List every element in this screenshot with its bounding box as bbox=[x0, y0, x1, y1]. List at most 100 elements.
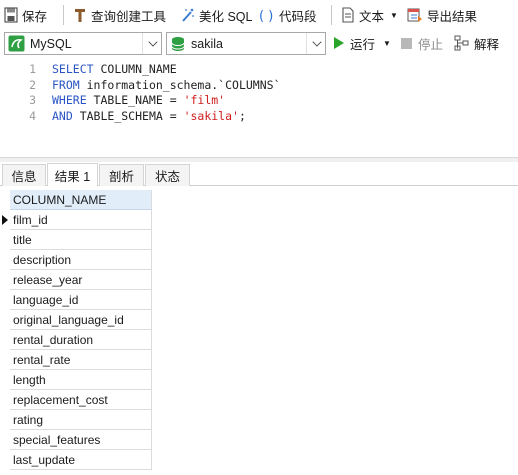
line-number: 3 bbox=[29, 93, 36, 107]
tab-info[interactable]: 信息 bbox=[2, 164, 46, 186]
play-icon bbox=[334, 37, 344, 49]
table-row[interactable]: title bbox=[0, 230, 152, 250]
sql-keyword: FROM bbox=[52, 77, 80, 92]
explain-label: 解释 bbox=[474, 37, 500, 52]
table-row[interactable]: replacement_cost bbox=[0, 390, 152, 410]
code-line[interactable]: WHERE TABLE_NAME = 'film' bbox=[52, 93, 225, 107]
table-cell[interactable]: rating bbox=[10, 410, 152, 430]
sql-text: TABLE_NAME = bbox=[86, 93, 184, 107]
run-button[interactable]: 运行 ▼ bbox=[334, 32, 391, 54]
table-cell[interactable]: last_update bbox=[10, 450, 152, 470]
row-marker[interactable] bbox=[0, 310, 10, 330]
table-cell[interactable]: rental_duration bbox=[10, 330, 152, 350]
table-row[interactable]: release_year bbox=[0, 270, 152, 290]
chevron-down-icon: ▼ bbox=[383, 38, 391, 48]
row-marker[interactable] bbox=[0, 270, 10, 290]
connection-toolbar: MySQL sakila 运行 ▼ 停止 解释 bbox=[0, 30, 518, 57]
tab-profile[interactable]: 剖析 bbox=[99, 164, 144, 186]
sql-text: COLUMN_NAME bbox=[93, 62, 177, 76]
sql-editor[interactable]: 1 SELECT COLUMN_NAME 2 FROM information_sch… bbox=[0, 57, 518, 157]
line-number: 4 bbox=[29, 108, 36, 123]
current-row-arrow-icon bbox=[2, 215, 8, 225]
save-button[interactable]: 保存 bbox=[4, 4, 47, 26]
mysql-connection-icon bbox=[8, 35, 25, 52]
query-builder-icon bbox=[73, 7, 87, 23]
toolbar-divider bbox=[331, 5, 332, 25]
text-mode-button[interactable]: 文本 ▼ bbox=[341, 4, 398, 26]
table-row[interactable]: film_id bbox=[0, 210, 152, 230]
database-value: sakila bbox=[191, 36, 223, 51]
code-line[interactable]: SELECT COLUMN_NAME bbox=[52, 62, 177, 76]
table-row[interactable]: rental_rate bbox=[0, 350, 152, 370]
main-toolbar: 保存 查询创建工具 美化 SQL ( ) 代码段 文本 ▼ 导出结果 bbox=[0, 0, 518, 30]
table-row[interactable]: language_id bbox=[0, 290, 152, 310]
row-marker[interactable] bbox=[0, 210, 10, 230]
table-row[interactable]: description bbox=[0, 250, 152, 270]
run-label: 运行 bbox=[350, 37, 376, 52]
code-line[interactable]: AND TABLE_SCHEMA = 'sakila'; bbox=[52, 109, 246, 123]
table-cell[interactable]: length bbox=[10, 370, 152, 390]
table-cell[interactable]: original_language_id bbox=[10, 310, 152, 330]
table-cell[interactable]: replacement_cost bbox=[10, 390, 152, 410]
result-tab-bar: 信息 结果 1 剖析 状态 bbox=[0, 162, 518, 186]
row-marker[interactable] bbox=[0, 350, 10, 370]
tab-status[interactable]: 状态 bbox=[145, 164, 190, 186]
stop-label: 停止 bbox=[418, 37, 444, 52]
table-cell[interactable]: film_id bbox=[10, 210, 152, 230]
combo-divider bbox=[306, 33, 307, 54]
explain-button[interactable]: 解释 bbox=[454, 32, 499, 54]
table-cell[interactable]: special_features bbox=[10, 430, 152, 450]
tab-result-1[interactable]: 结果 1 bbox=[47, 163, 98, 186]
row-marker[interactable] bbox=[0, 450, 10, 470]
table-cell[interactable]: rental_rate bbox=[10, 350, 152, 370]
toolbar-divider bbox=[63, 5, 64, 25]
table-row[interactable]: rating bbox=[0, 410, 152, 430]
connection-type-select[interactable]: MySQL bbox=[4, 32, 162, 55]
column-header-column-name[interactable]: COLUMN_NAME bbox=[10, 190, 152, 210]
explain-icon bbox=[454, 35, 470, 51]
sql-text: ; bbox=[238, 108, 246, 123]
export-results-button[interactable]: 导出结果 bbox=[407, 4, 477, 26]
row-marker[interactable] bbox=[0, 430, 10, 450]
table-row[interactable]: original_language_id bbox=[0, 310, 152, 330]
row-marker[interactable] bbox=[0, 390, 10, 410]
stop-button[interactable]: 停止 bbox=[401, 32, 443, 54]
code-snippet-label: 代码段 bbox=[279, 9, 317, 24]
export-results-label: 导出结果 bbox=[427, 9, 478, 24]
table-cell[interactable]: title bbox=[10, 230, 152, 250]
table-row[interactable]: last_update bbox=[0, 450, 152, 470]
code-snippet-icon: ( ) bbox=[259, 7, 275, 24]
beautify-sql-button[interactable]: 美化 SQL bbox=[181, 4, 253, 26]
chevron-down-icon: ▼ bbox=[390, 10, 398, 20]
database-icon bbox=[170, 36, 186, 52]
beautify-sql-label: 美化 SQL bbox=[199, 9, 253, 24]
code-snippet-button[interactable]: ( ) 代码段 bbox=[259, 4, 317, 26]
code-line[interactable]: FROM information_schema.`COLUMNS` bbox=[52, 78, 281, 92]
row-marker[interactable] bbox=[0, 410, 10, 430]
query-builder-button[interactable]: 查询创建工具 bbox=[73, 4, 166, 26]
row-marker[interactable] bbox=[0, 230, 10, 250]
sql-string: 'sakila' bbox=[183, 108, 239, 123]
table-cell[interactable]: description bbox=[10, 250, 152, 270]
table-cell[interactable]: language_id bbox=[10, 290, 152, 310]
line-number: 1 bbox=[29, 62, 36, 76]
database-select[interactable]: sakila bbox=[166, 32, 326, 55]
chevron-down-icon bbox=[148, 37, 158, 47]
row-marker[interactable] bbox=[0, 330, 10, 350]
row-marker bbox=[0, 190, 10, 210]
row-marker[interactable] bbox=[0, 370, 10, 390]
chevron-down-icon bbox=[312, 37, 322, 47]
table-row[interactable]: length bbox=[0, 370, 152, 390]
table-row[interactable]: rental_duration bbox=[0, 330, 152, 350]
save-icon bbox=[4, 7, 18, 23]
svg-text:( ): ( ) bbox=[259, 9, 273, 23]
export-icon bbox=[407, 7, 423, 23]
line-number: 2 bbox=[29, 77, 36, 92]
table-row[interactable]: special_features bbox=[0, 430, 152, 450]
row-marker[interactable] bbox=[0, 290, 10, 310]
query-builder-label: 查询创建工具 bbox=[91, 9, 167, 24]
sql-keyword: WHERE bbox=[52, 93, 87, 107]
sql-text: TABLE_SCHEMA = bbox=[72, 108, 184, 123]
row-marker[interactable] bbox=[0, 250, 10, 270]
table-cell[interactable]: release_year bbox=[10, 270, 152, 290]
